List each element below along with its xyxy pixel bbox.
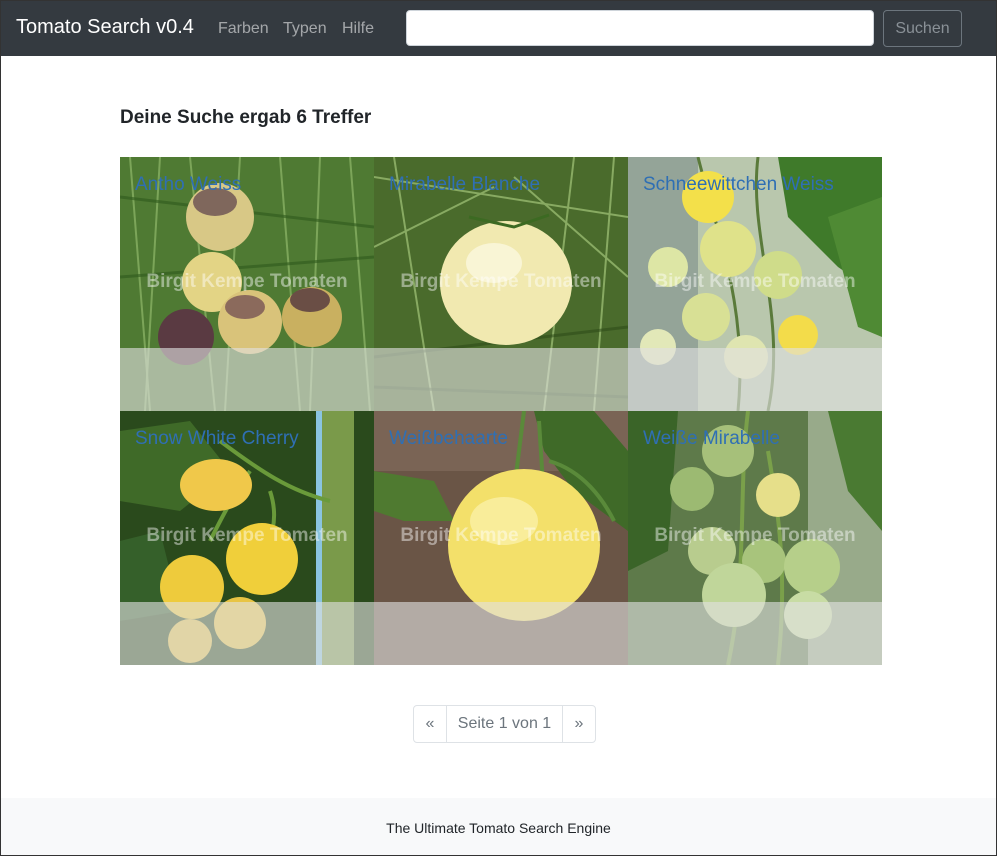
caption-band bbox=[628, 602, 882, 665]
tomato-name-link[interactable]: Snow White Cherry bbox=[135, 428, 299, 450]
results-heading: Deine Suche ergab 6 Treffer bbox=[120, 107, 372, 128]
result-tile[interactable]: Birgit Kempe Tomaten Weiße Mirabelle bbox=[628, 411, 882, 665]
caption-band bbox=[628, 348, 882, 411]
tomato-name-link[interactable]: Mirabelle Blanche bbox=[389, 174, 540, 196]
result-tile[interactable]: Birgit Kempe Tomaten Schneewittchen Weis… bbox=[628, 157, 882, 411]
search-input[interactable] bbox=[406, 10, 874, 46]
caption-band bbox=[374, 602, 628, 665]
pagination-next-button[interactable]: » bbox=[563, 706, 595, 742]
footer-text: The Ultimate Tomato Search Engine bbox=[386, 820, 611, 836]
result-tile[interactable]: Birgit Kempe Tomaten Antho Weiss bbox=[120, 157, 374, 411]
pagination-prev-button[interactable]: « bbox=[414, 706, 447, 742]
tomato-name-link[interactable]: Antho Weiss bbox=[135, 174, 241, 196]
results-grid: Birgit Kempe Tomaten Antho Weiss Birgit … bbox=[120, 157, 882, 665]
caption-band bbox=[374, 348, 628, 411]
nav-link-farben[interactable]: Farben bbox=[218, 20, 269, 38]
nav-link-typen[interactable]: Typen bbox=[283, 20, 327, 38]
tomato-name-link[interactable]: Weißbehaarte bbox=[389, 428, 508, 450]
caption-band bbox=[120, 602, 374, 665]
nav-link-hilfe[interactable]: Hilfe bbox=[342, 20, 374, 38]
caption-band bbox=[120, 348, 374, 411]
pagination: « Seite 1 von 1 » bbox=[413, 705, 596, 743]
tomato-name-link[interactable]: Schneewittchen Weiss bbox=[643, 174, 834, 196]
navbar: Tomato Search v0.4 Farben Typen Hilfe Su… bbox=[1, 1, 996, 56]
brand-logo-text[interactable]: Tomato Search v0.4 bbox=[16, 16, 194, 39]
tomato-name-link[interactable]: Weiße Mirabelle bbox=[643, 428, 780, 450]
result-tile[interactable]: Birgit Kempe Tomaten Mirabelle Blanche bbox=[374, 157, 628, 411]
result-tile[interactable]: Birgit Kempe Tomaten Weißbehaarte bbox=[374, 411, 628, 665]
result-tile[interactable]: Birgit Kempe Tomaten Snow White Cherry bbox=[120, 411, 374, 665]
pagination-page-info: Seite 1 von 1 bbox=[447, 706, 563, 742]
search-button[interactable]: Suchen bbox=[883, 10, 962, 47]
footer: The Ultimate Tomato Search Engine bbox=[1, 798, 996, 855]
